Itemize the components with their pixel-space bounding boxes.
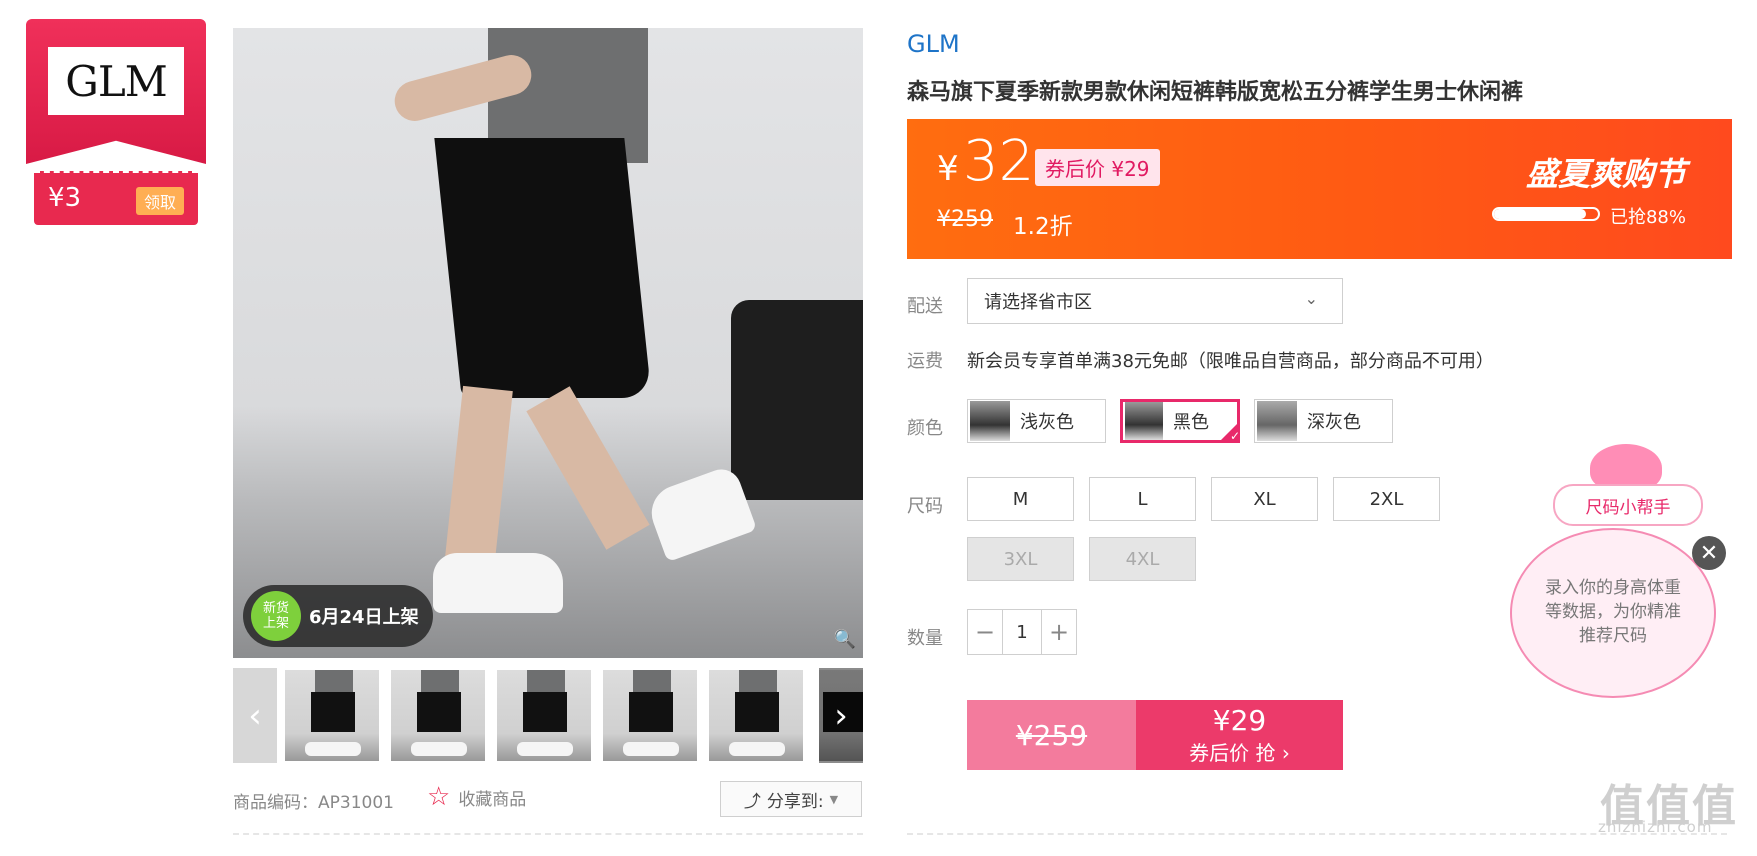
model-shoe-front — [433, 553, 563, 613]
product-main-image[interactable]: 新货 上架 6月24日上架 🔍 — [233, 28, 863, 658]
new-arrival-badge: 新货 上架 6月24日上架 — [243, 585, 433, 647]
new-arrival-date: 6月24日上架 — [309, 607, 419, 628]
size-option-l[interactable]: L — [1089, 477, 1196, 521]
divider — [233, 833, 863, 835]
favorite-button[interactable]: ☆ 收藏商品 — [427, 782, 526, 812]
share-label: 分享到: — [766, 791, 824, 812]
size-option-3xl: 3XL — [967, 537, 1074, 581]
shop-coupon[interactable]: ¥3 领取 — [34, 171, 198, 225]
shop-coupon-badge[interactable]: GLM ¥3 领取 — [26, 19, 206, 225]
model-leg-front — [443, 385, 513, 581]
coupon-buy-button[interactable]: ¥29 券后价 抢 › — [1136, 700, 1343, 770]
color-option-label: 浅灰色 — [1020, 412, 1074, 433]
product-code: 商品编码：AP31001 — [233, 793, 394, 813]
thumbnail-2[interactable] — [391, 670, 485, 761]
fee-text: 新会员专享首单满38元免邮（限唯品自营商品，部分商品不可用） — [967, 351, 1494, 372]
caret-down-icon: ▼ — [829, 792, 839, 806]
size-option-xl[interactable]: XL — [1211, 477, 1318, 521]
thumbnail-strip: ‹ › — [233, 668, 863, 763]
chevron-left-icon[interactable]: ‹ — [233, 668, 277, 763]
sold-progress-bar — [1492, 207, 1600, 221]
shipping-label: 配送 — [907, 296, 943, 317]
size-helper-tag[interactable]: 尺码小帮手 — [1553, 484, 1703, 526]
thumbnail-5[interactable] — [709, 670, 803, 761]
coupon-buy-price: ¥29 — [1212, 704, 1267, 737]
coupon-price-badge: 券后价 ¥29 — [1035, 149, 1160, 186]
fee-label: 运费 — [907, 351, 943, 372]
selected-check-icon: ✓ — [1218, 421, 1240, 443]
color-swatch — [970, 401, 1010, 441]
zoom-icon[interactable]: 🔍 — [833, 628, 857, 652]
quantity-stepper: − 1 + — [967, 609, 1077, 655]
color-swatch — [1257, 401, 1297, 441]
favorite-label: 收藏商品 — [458, 789, 527, 810]
size-label: 尺码 — [907, 496, 943, 517]
new-arrival-icon: 新货 上架 — [251, 591, 301, 641]
sofa-backdrop — [731, 300, 863, 500]
size-helper-bubble[interactable]: 录入你的身高体重等数据，为你精准推荐尺码 — [1510, 528, 1716, 698]
thumbnail-1[interactable] — [285, 670, 379, 761]
sold-percentage: 已抢88% — [1609, 207, 1686, 228]
product-title: 森马旗下夏季新款男款休闲短裤韩版宽松五分裤学生男士休闲裤 — [907, 80, 1524, 105]
original-price-button[interactable]: ¥259 — [967, 700, 1136, 770]
sold-progress-fill — [1494, 209, 1586, 219]
share-dropdown[interactable]: ⤴ 分享到: ▼ — [720, 781, 862, 817]
quantity-decrease-button[interactable]: − — [968, 610, 1002, 654]
size-option-m[interactable]: M — [967, 477, 1074, 521]
coupon-amount: ¥3 — [48, 183, 82, 213]
shop-logo: GLM — [48, 47, 184, 115]
star-icon: ☆ — [427, 782, 451, 812]
chevron-down-icon: ⌄ — [1304, 289, 1318, 308]
color-option-label: 黑色 — [1173, 412, 1209, 433]
model-shorts — [434, 138, 652, 398]
quantity-increase-button[interactable]: + — [1042, 610, 1076, 654]
chevron-right-icon[interactable]: › — [819, 668, 863, 763]
close-icon[interactable]: ✕ — [1692, 536, 1726, 570]
region-select-value: 请选择省市区 — [984, 292, 1092, 313]
price-banner: ¥ 32 券后价 ¥29 ¥259 1.2折 盛夏爽购节 已抢88% — [907, 119, 1732, 259]
size-option-4xl: 4XL — [1089, 537, 1196, 581]
original-price: ¥259 — [937, 207, 993, 232]
color-label: 颜色 — [907, 418, 943, 439]
festival-title: 盛夏爽购节 — [1525, 155, 1686, 193]
quantity-input[interactable]: 1 — [1002, 610, 1042, 654]
color-option-label: 深灰色 — [1307, 412, 1361, 433]
model-leg-back — [526, 386, 650, 550]
size-option-2xl[interactable]: 2XL — [1333, 477, 1440, 521]
color-swatch — [1125, 402, 1163, 440]
claim-coupon-button[interactable]: 领取 — [135, 187, 184, 215]
watermark-site: zhizhizhi.com — [1598, 818, 1713, 836]
currency-symbol: ¥ — [937, 149, 959, 189]
brand-link[interactable]: GLM — [907, 30, 960, 58]
color-option-light-gray[interactable]: 浅灰色 — [967, 399, 1106, 443]
region-select[interactable]: 请选择省市区 ⌄ — [967, 278, 1343, 324]
discount-rate: 1.2折 — [1013, 214, 1073, 240]
size-helper-widget[interactable]: 尺码小帮手 录入你的身高体重等数据，为你精准推荐尺码 ✕ — [1510, 436, 1726, 702]
color-option-black[interactable]: 黑色 ✓ — [1120, 399, 1240, 443]
thumbnail-4[interactable] — [603, 670, 697, 761]
coupon-buy-label: 券后价 抢 › — [1189, 741, 1290, 765]
color-option-dark-gray[interactable]: 深灰色 — [1254, 399, 1393, 443]
current-price: 32 — [963, 129, 1035, 194]
thumbnail-3[interactable] — [497, 670, 591, 761]
share-icon: ⤴ — [743, 791, 761, 812]
quantity-label: 数量 — [907, 628, 943, 649]
buy-button-group: ¥259 ¥29 券后价 抢 › — [967, 700, 1343, 770]
